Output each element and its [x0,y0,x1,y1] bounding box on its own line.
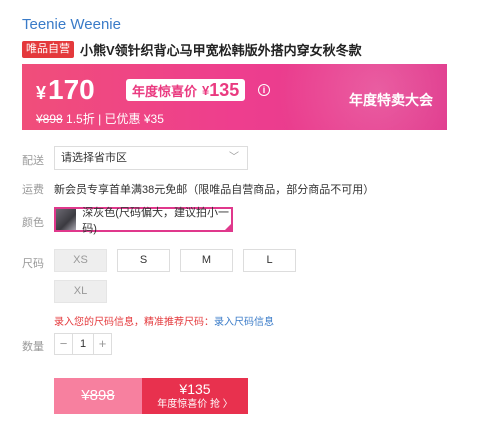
buy-original-price: ¥898 [81,387,115,404]
size-option-l[interactable]: L [243,249,296,272]
currency-symbol: ¥ [36,83,47,103]
surprise-price-tag: 年度惊喜价 ¥ 135 [126,79,246,101]
price-detail: ¥898 1.5折 | 已优惠 ¥35 [36,110,164,127]
price-value: 170 [48,74,95,105]
region-placeholder: 请选择省市区 [61,152,127,164]
chevron-down-icon: ﹀ [229,152,239,163]
discount-text: 1.5折 | 已优惠 ¥35 [66,112,164,126]
product-title-row: 唯品自营 小熊V领针织背心马甲宽松韩版外搭内穿女秋冬款 [22,40,362,59]
freight-label: 运费 [22,184,44,196]
size-hint: 录入您的尺码信息，精准推荐尺码：录入尺码信息 [54,313,274,328]
size-hint-text: 录入您的尺码信息，精准推荐尺码： [54,317,214,328]
size-option-m[interactable]: M [180,249,233,272]
size-option-xs[interactable]: XS [54,249,107,272]
product-title: 小熊V领针织背心马甲宽松韩版外搭内穿女秋冬款 [80,43,362,58]
size-label: 尺码 [22,258,44,270]
surprise-price-label: 年度惊喜价 [132,83,198,99]
info-icon[interactable]: i [258,84,270,96]
minus-button[interactable]: − [55,334,72,354]
current-price: ¥ 170 [36,74,95,106]
original-price: ¥898 [36,112,63,126]
size-option-xl[interactable]: XL [54,280,107,303]
brand-name[interactable]: Teenie Weenie [22,16,121,33]
self-operated-badge: 唯品自营 [22,41,74,58]
size-option-s[interactable]: S [117,249,170,272]
quantity-stepper: − 1 + [54,333,112,355]
buy-now-button[interactable]: ¥135 年度惊喜价 抢 〉 [142,378,248,414]
quantity-label: 数量 [22,341,44,353]
region-select[interactable]: 请选择省市区 ﹀ [54,146,248,170]
promo-banner: ¥ 170 年度惊喜价 ¥ 135 i ¥898 1.5折 | 已优惠 ¥35 … [22,64,447,130]
buy-action-label: 年度惊喜价 抢 〉 [157,399,233,410]
delivery-label: 配送 [22,155,44,167]
quantity-input[interactable]: 1 [72,334,94,354]
color-option-dark-gray[interactable]: 深灰色(尺码偏大，建议拍小一码) [54,207,233,235]
size-info-link[interactable]: 录入尺码信息 [214,317,274,328]
freight-info: 新会员专享首单满38元免邮（限唯品自营商品，部分商品不可用） [54,184,375,196]
surprise-currency: ¥ [202,82,210,98]
plus-button[interactable]: + [94,334,111,354]
buy-price: ¥135 [179,381,211,397]
surprise-price-value: 135 [209,79,240,100]
color-option-label: 深灰色(尺码偏大，建议拍小一码) [82,206,229,235]
color-label: 颜色 [22,217,44,229]
original-price-button[interactable]: ¥898 [54,378,142,414]
selected-check-icon [223,222,233,232]
event-name: 年度特卖大会 [349,92,433,108]
color-swatch-image [56,209,77,230]
